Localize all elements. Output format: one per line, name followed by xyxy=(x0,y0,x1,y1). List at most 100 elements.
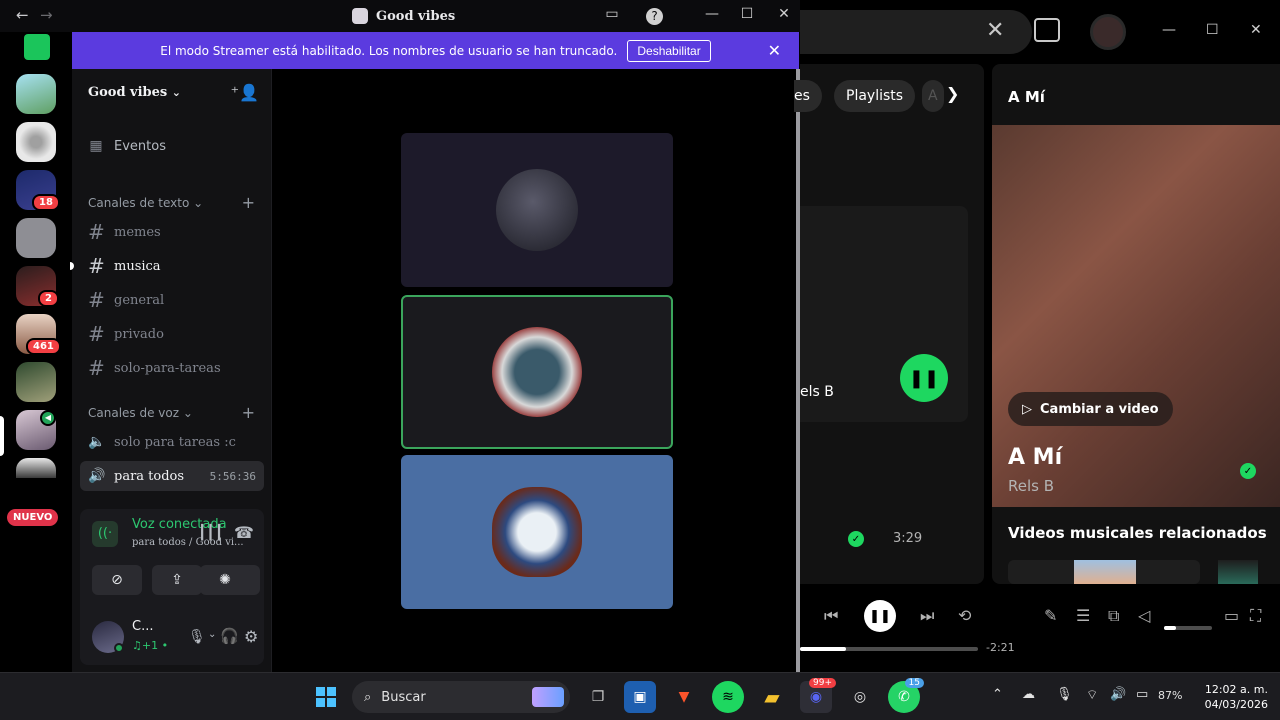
notification-badge: 99+ xyxy=(809,678,836,688)
start-button[interactable] xyxy=(310,681,342,713)
chevron-right-icon[interactable]: ❯ xyxy=(946,84,959,103)
clock[interactable]: 12:02 a. m. 04/03/2026 xyxy=(1196,682,1268,712)
now-playing-header[interactable]: A Mí xyxy=(1008,88,1045,106)
saved-check-icon[interactable]: ✓ xyxy=(1240,463,1256,479)
whatsapp-icon[interactable]: ✆ 15 xyxy=(888,678,924,713)
pause-button[interactable]: ❚❚ xyxy=(864,600,896,632)
participant-tile-speaking[interactable] xyxy=(401,295,673,449)
progress-bar[interactable] xyxy=(800,647,978,651)
server-icon-2[interactable] xyxy=(16,122,56,162)
back-arrow-icon[interactable]: ← xyxy=(16,6,29,24)
discord-window: ← → Good vibes ▭ ? — ☐ ✕ El modo Streame… xyxy=(0,0,800,672)
close-button[interactable]: ✕ xyxy=(1250,22,1262,38)
text-channels-header[interactable]: Canales de texto ⌄ xyxy=(88,196,203,210)
server-icon-8[interactable] xyxy=(16,458,56,478)
repeat-icon[interactable]: ⟲ xyxy=(958,606,971,625)
channel-privado[interactable]: # privado xyxy=(80,319,264,349)
gear-icon[interactable]: ⚙ xyxy=(244,627,258,646)
filter-chip[interactable]: es xyxy=(794,80,822,112)
cloud-icon[interactable]: ☁ xyxy=(1022,687,1035,702)
pause-button[interactable]: ❚❚ xyxy=(900,354,948,402)
unread-badge: 2 xyxy=(38,290,59,307)
fullscreen-icon[interactable]: ⛶ xyxy=(1250,606,1261,626)
server-icon-7[interactable] xyxy=(16,362,56,402)
help-icon[interactable]: ? xyxy=(646,8,663,25)
guild-name[interactable]: Good vibes ⌄ xyxy=(88,85,181,100)
add-voice-channel-icon[interactable]: + xyxy=(242,403,255,422)
taskbar-search[interactable]: ⌕ Buscar xyxy=(352,681,570,713)
avatar[interactable] xyxy=(1090,14,1126,50)
folder-icon[interactable]: ▰ xyxy=(756,681,788,713)
server-icon-4[interactable] xyxy=(16,218,56,258)
channel-general[interactable]: # general xyxy=(80,285,264,315)
maximize-button[interactable]: ☐ xyxy=(1206,22,1219,38)
minimize-button[interactable]: — xyxy=(702,6,722,22)
camera-off-icon[interactable]: ⊘ xyxy=(92,565,142,595)
volume-icon[interactable]: ◁ xyxy=(1138,606,1150,625)
next-icon[interactable]: ⏭ xyxy=(920,606,934,626)
spotify-icon[interactable]: ≋ xyxy=(712,681,744,713)
lyrics-icon[interactable]: ✎ xyxy=(1044,606,1057,625)
soundboard-icon[interactable]: ✺ xyxy=(200,565,250,595)
app-icon[interactable]: ▣ xyxy=(624,681,656,713)
minimize-button[interactable]: — xyxy=(1162,22,1176,38)
volume-icon[interactable]: 🔊 xyxy=(1110,687,1126,702)
track-artist[interactable]: Rels B xyxy=(1008,477,1054,495)
filter-chip-playlists[interactable]: Playlists xyxy=(834,80,916,112)
close-button[interactable]: ✕ xyxy=(774,6,794,22)
volume-slider[interactable] xyxy=(1164,626,1212,630)
discord-icon[interactable]: ◉ 99+ xyxy=(800,678,836,713)
disable-streamer-button[interactable]: Deshabilitar xyxy=(627,39,711,62)
events-item[interactable]: ▦ Eventos xyxy=(80,131,264,161)
task-view-icon[interactable]: ❐ xyxy=(582,681,614,713)
filter-chip[interactable]: A xyxy=(922,80,944,112)
connect-device-icon[interactable]: ⧉ xyxy=(1108,606,1119,626)
user-name[interactable]: C... xyxy=(132,619,153,634)
microphone-icon[interactable]: 🎙 xyxy=(1056,687,1073,702)
library-panel: es Playlists A ❯ els B ❚❚ ✓ 3:29 xyxy=(794,64,984,584)
channel-solo-para-tareas[interactable]: # solo-para-tareas xyxy=(80,353,264,383)
voice-channel-para-todos[interactable]: 🔊 para todos 5:56:36 xyxy=(80,461,264,491)
signal-icon[interactable]: ((· xyxy=(92,521,118,547)
voice-channels-header[interactable]: Canales de voz ⌄ xyxy=(88,406,193,420)
voice-timer: 5:56:36 xyxy=(209,469,256,483)
add-user-icon[interactable]: ⁺👤 xyxy=(231,83,259,102)
search-highlight-icon xyxy=(532,687,564,707)
brave-icon[interactable]: ▼ xyxy=(668,681,700,713)
soundwave-icon[interactable]: ┃┃┃ xyxy=(198,525,223,541)
channel-musica[interactable]: # musica xyxy=(80,251,264,281)
clear-search-icon[interactable]: ✕ xyxy=(986,18,1004,43)
remaining-time: -2:21 xyxy=(986,641,1015,654)
related-video-card[interactable] xyxy=(1218,560,1258,584)
screen-share-icon[interactable]: ⇪ xyxy=(152,565,202,595)
connect-device-icon[interactable] xyxy=(1034,18,1060,42)
inbox-icon[interactable]: ▭ xyxy=(602,6,622,22)
saved-check-icon[interactable]: ✓ xyxy=(848,531,864,547)
home-logo-icon[interactable] xyxy=(24,34,50,60)
voice-channel-solo-para-tareas[interactable]: 🔈 solo para tareas :c xyxy=(80,427,264,457)
forward-arrow-icon[interactable]: → xyxy=(40,6,53,24)
headphones-icon[interactable]: 🎧 xyxy=(220,627,239,645)
disconnect-icon[interactable]: ☎ xyxy=(234,523,254,542)
chevron-up-icon[interactable]: ⌃ xyxy=(992,687,1003,702)
close-icon[interactable]: ✕ xyxy=(768,41,781,60)
add-channel-icon[interactable]: + xyxy=(242,193,255,212)
wifi-icon[interactable]: ⌔ xyxy=(1086,687,1098,703)
server-icon-1[interactable] xyxy=(16,74,56,114)
obs-icon[interactable]: ◎ xyxy=(844,681,876,713)
maximize-button[interactable]: ☐ xyxy=(737,6,757,22)
chevron-down-icon[interactable]: ⌄ xyxy=(208,629,216,640)
previous-icon[interactable]: ⏮ xyxy=(824,606,838,626)
microphone-icon[interactable]: 🎙 xyxy=(188,629,206,645)
channel-memes[interactable]: # memes xyxy=(80,217,264,247)
voice-stage xyxy=(273,69,799,672)
battery-icon[interactable]: ▭ xyxy=(1136,687,1148,702)
participant-tile[interactable] xyxy=(401,455,673,609)
switch-to-video-button[interactable]: ▷ Cambiar a video xyxy=(1008,392,1173,426)
queue-icon[interactable]: ☰ xyxy=(1076,606,1090,625)
track-title[interactable]: A Mí xyxy=(1008,445,1062,470)
miniplayer-icon[interactable]: ▭ xyxy=(1224,606,1239,625)
hash-icon: # xyxy=(88,288,105,312)
participant-tile[interactable] xyxy=(401,133,673,287)
new-badge[interactable]: NUEVO xyxy=(7,509,59,526)
